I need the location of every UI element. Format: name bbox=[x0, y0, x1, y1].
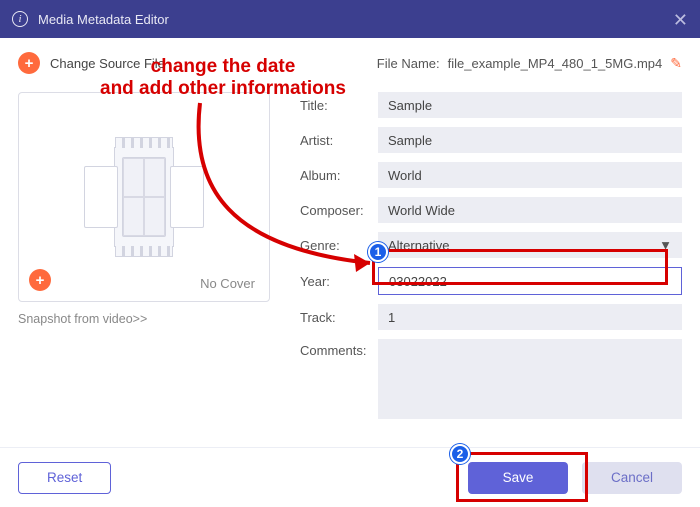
plus-icon[interactable]: + bbox=[18, 52, 40, 74]
row-composer: Composer: bbox=[300, 197, 682, 223]
input-album[interactable] bbox=[378, 162, 682, 188]
label-comments: Comments: bbox=[300, 339, 378, 358]
save-button[interactable]: Save bbox=[468, 462, 568, 494]
row-title: Title: bbox=[300, 92, 682, 118]
label-album: Album: bbox=[300, 168, 378, 183]
footer: Reset 2 Save Cancel bbox=[0, 447, 700, 507]
input-artist[interactable] bbox=[378, 127, 682, 153]
add-cover-button[interactable]: + bbox=[29, 269, 51, 291]
row-artist: Artist: bbox=[300, 127, 682, 153]
filename-value: file_example_MP4_480_1_5MG.mp4 bbox=[448, 56, 663, 71]
change-source-file[interactable]: + Change Source File bbox=[18, 52, 165, 74]
cover-placeholder-icon bbox=[84, 147, 204, 247]
row-year: Year: bbox=[300, 267, 682, 295]
main-area: + No Cover Snapshot from video>> Title: … bbox=[18, 92, 682, 428]
annotation-badge-2: 2 bbox=[450, 444, 470, 464]
cover-art[interactable]: + No Cover bbox=[18, 92, 270, 302]
close-icon[interactable]: ✕ bbox=[673, 10, 688, 31]
top-row: + Change Source File File Name: file_exa… bbox=[18, 52, 682, 74]
label-title: Title: bbox=[300, 98, 378, 113]
content: + Change Source File File Name: file_exa… bbox=[0, 38, 700, 447]
input-comments[interactable] bbox=[378, 339, 682, 419]
select-genre[interactable]: Alternative bbox=[378, 232, 682, 258]
input-composer[interactable] bbox=[378, 197, 682, 223]
snapshot-link[interactable]: Snapshot from video>> bbox=[18, 312, 270, 326]
input-title[interactable] bbox=[378, 92, 682, 118]
filename-display: File Name: file_example_MP4_480_1_5MG.mp… bbox=[377, 55, 682, 72]
label-genre: Genre: bbox=[300, 238, 378, 253]
row-comments: Comments: bbox=[300, 339, 682, 419]
pencil-icon[interactable]: ✎ bbox=[670, 55, 682, 72]
cancel-button[interactable]: Cancel bbox=[582, 462, 682, 494]
label-track: Track: bbox=[300, 310, 378, 325]
titlebar: i Media Metadata Editor ✕ bbox=[0, 0, 700, 38]
label-year: Year: bbox=[300, 274, 378, 289]
label-artist: Artist: bbox=[300, 133, 378, 148]
input-track[interactable] bbox=[378, 304, 682, 330]
row-genre: Genre: Alternative ▼ bbox=[300, 232, 682, 258]
cover-column: + No Cover Snapshot from video>> bbox=[18, 92, 270, 428]
reset-button[interactable]: Reset bbox=[18, 462, 111, 494]
row-track: Track: bbox=[300, 304, 682, 330]
filename-label: File Name: bbox=[377, 56, 440, 71]
fields-column: Title: Artist: Album: Composer: Genre: A… bbox=[300, 92, 682, 428]
row-album: Album: bbox=[300, 162, 682, 188]
info-icon: i bbox=[12, 11, 28, 27]
change-source-label: Change Source File bbox=[50, 56, 165, 71]
footer-right: 2 Save Cancel bbox=[468, 462, 682, 494]
label-composer: Composer: bbox=[300, 203, 378, 218]
input-year[interactable] bbox=[378, 267, 682, 295]
no-cover-label: No Cover bbox=[200, 276, 255, 291]
window-title: Media Metadata Editor bbox=[38, 12, 169, 27]
